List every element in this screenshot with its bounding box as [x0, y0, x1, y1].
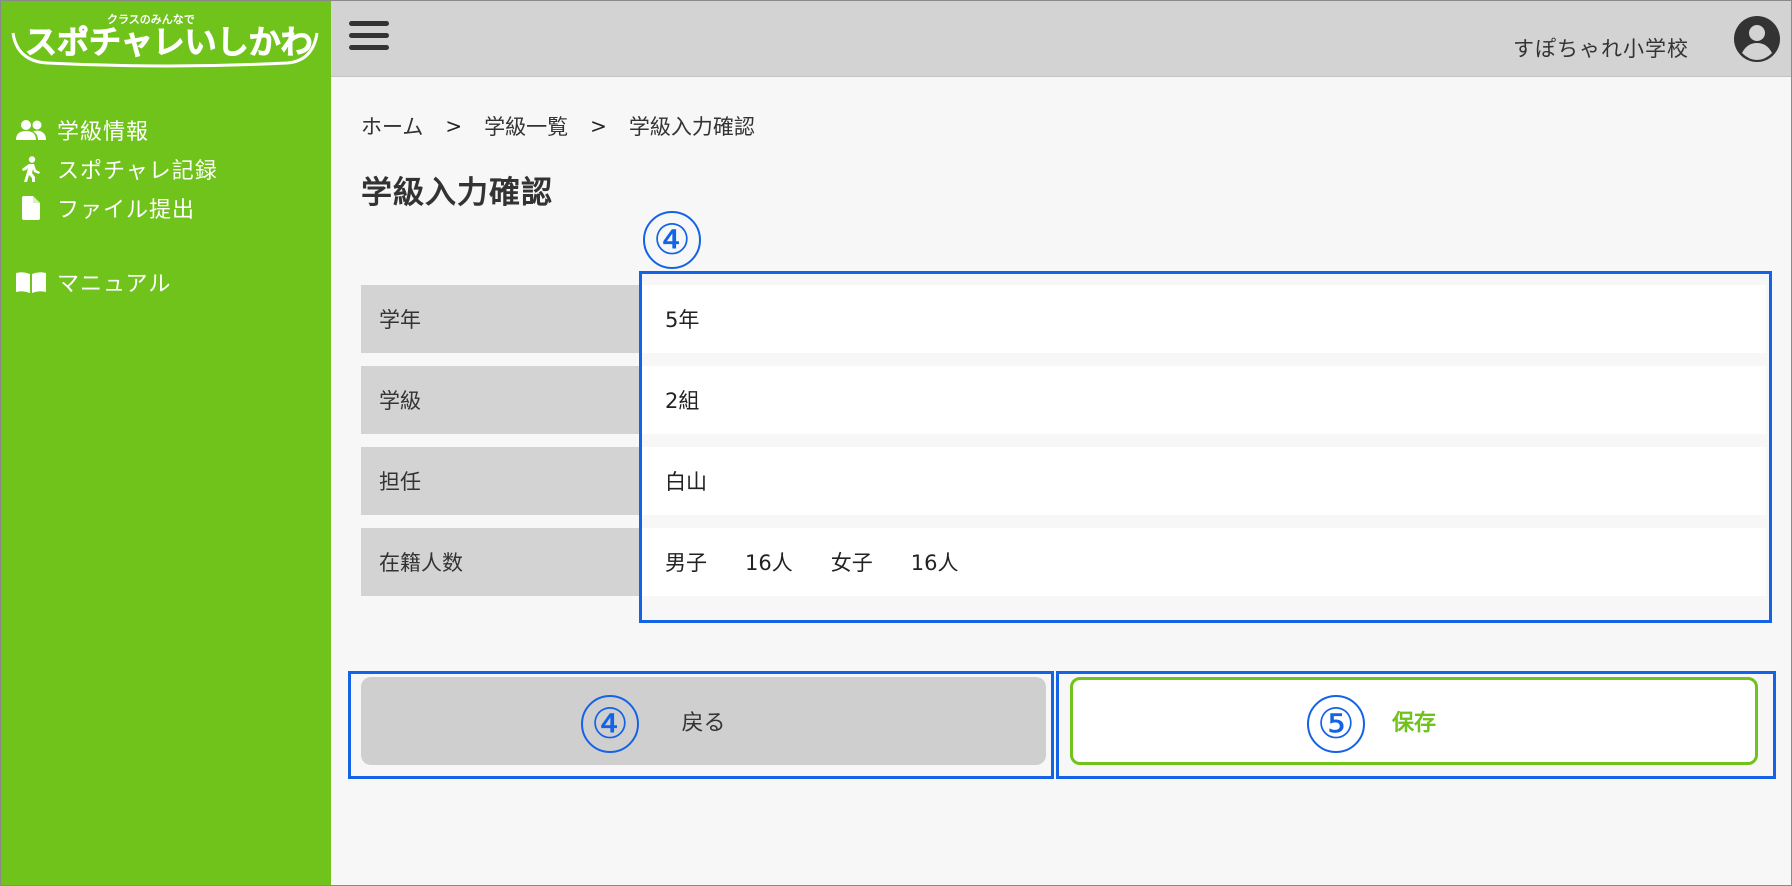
- details-step-marker: ④: [643, 211, 701, 269]
- detail-label: 担任: [361, 447, 639, 515]
- user-avatar-icon[interactable]: [1733, 15, 1781, 63]
- detail-row-enrollment: 在籍人数 男子 16人 女子 16人: [361, 528, 1766, 596]
- walking-icon: [15, 155, 47, 183]
- detail-label: 学級: [361, 366, 639, 434]
- boys-count: 16人: [745, 551, 793, 575]
- breadcrumb-home[interactable]: ホーム: [361, 111, 423, 141]
- sidebar-item-label: マニュアル: [57, 272, 172, 297]
- users-icon: [15, 116, 47, 144]
- logo-graphic: クラスのみんなで スポチャレいしかわ: [11, 13, 319, 68]
- sidebar-item-manual[interactable]: マニュアル: [15, 266, 171, 298]
- sidebar-item-file-submit[interactable]: ファイル提出: [15, 192, 195, 224]
- school-name: すぽちゃれ小学校: [1513, 37, 1689, 61]
- chevron-right-icon: >: [590, 114, 607, 138]
- sidebar: クラスのみんなで スポチャレいしかわ 学級情報 スポチャレ記録 ファイル提出 マ…: [1, 1, 331, 885]
- detail-value: 男子 16人 女子 16人: [639, 528, 1766, 596]
- detail-value: 2組: [639, 366, 1766, 434]
- app-logo[interactable]: クラスのみんなで スポチャレいしかわ: [7, 3, 325, 75]
- detail-row-class: 学級 2組: [361, 366, 1766, 434]
- detail-value: 5年: [639, 285, 1766, 353]
- chevron-right-icon: >: [445, 114, 463, 138]
- sidebar-item-class-info[interactable]: 学級情報: [15, 114, 149, 146]
- app-window: クラスのみんなで スポチャレいしかわ 学級情報 スポチャレ記録 ファイル提出 マ…: [0, 0, 1792, 886]
- detail-label: 学年: [361, 285, 639, 353]
- breadcrumb: ホーム > 学級一覧 > 学級入力確認: [361, 111, 755, 141]
- hamburger-menu-icon[interactable]: [349, 21, 389, 57]
- book-icon: [15, 268, 47, 296]
- back-button[interactable]: 戻る: [361, 677, 1046, 765]
- boys-label: 男子: [665, 551, 707, 575]
- detail-row-grade: 学年 5年: [361, 285, 1766, 353]
- sidebar-item-records[interactable]: スポチャレ記録: [15, 153, 218, 185]
- detail-value: 白山: [639, 447, 1766, 515]
- file-icon: [15, 194, 47, 222]
- girls-count: 16人: [910, 551, 959, 575]
- girls-label: 女子: [830, 551, 873, 575]
- detail-row-teacher: 担任 白山: [361, 447, 1766, 515]
- save-button[interactable]: 保存: [1070, 677, 1758, 765]
- sidebar-item-label: スポチャレ記録: [57, 159, 218, 184]
- svg-text:スポチャレいしかわ: スポチャレいしかわ: [25, 23, 313, 61]
- breadcrumb-class-list[interactable]: 学級一覧: [484, 111, 568, 141]
- sidebar-item-label: ファイル提出: [57, 198, 196, 223]
- detail-label: 在籍人数: [361, 528, 639, 596]
- sidebar-item-label: 学級情報: [57, 120, 150, 145]
- page-title: 学級入力確認: [361, 175, 553, 211]
- top-header: すぽちゃれ小学校: [331, 1, 1791, 77]
- breadcrumb-current: 学級入力確認: [628, 115, 755, 139]
